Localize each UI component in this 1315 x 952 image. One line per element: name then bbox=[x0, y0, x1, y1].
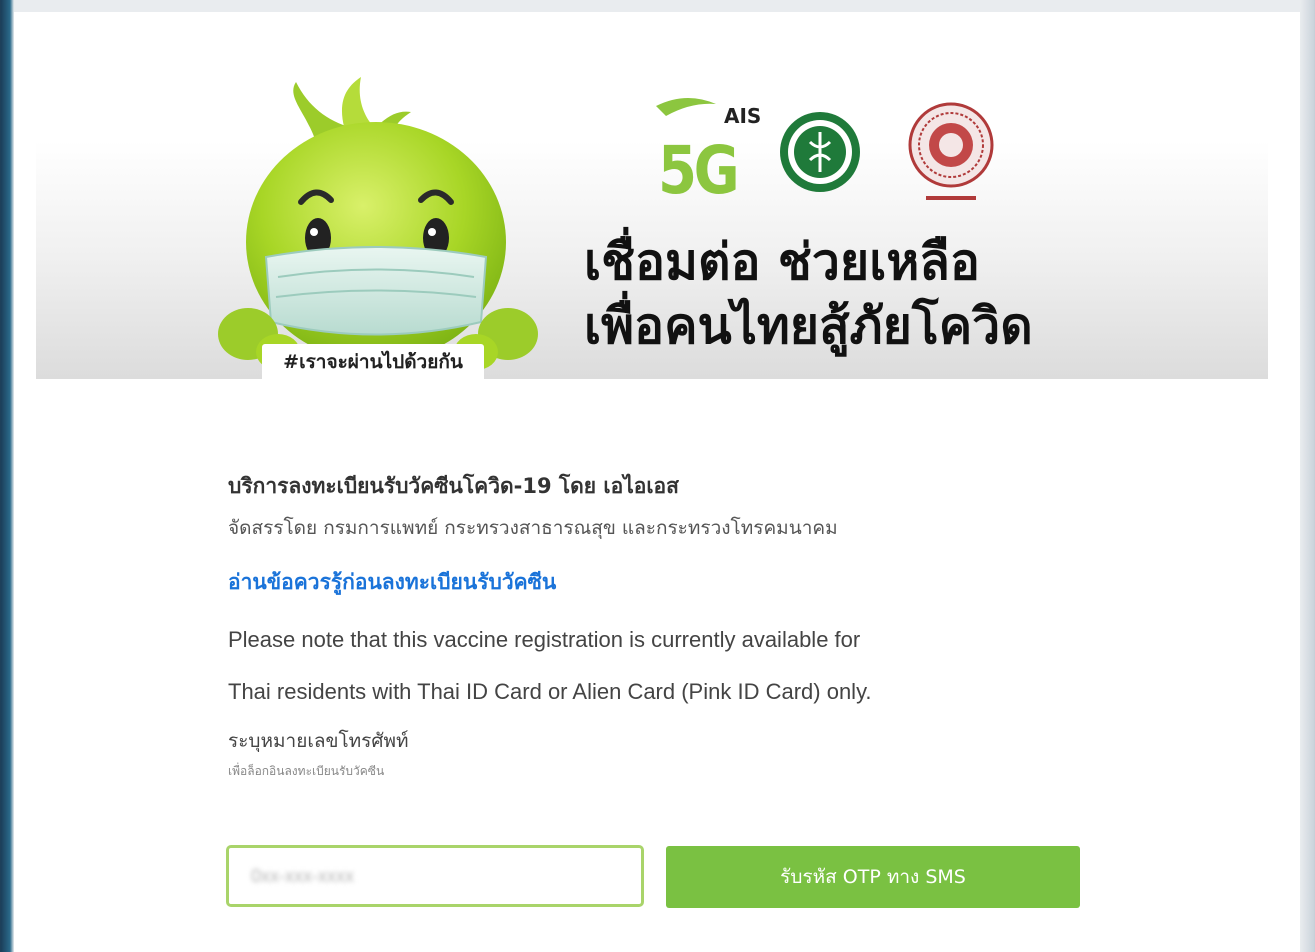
phone-number-input[interactable] bbox=[226, 845, 644, 907]
service-info: บริการลงทะเบียนรับวัคซีนโควิด-19 โดย เอไ… bbox=[228, 468, 1128, 780]
service-title: บริการลงทะเบียนรับวัคซีนโควิด-19 โดย เอไ… bbox=[228, 474, 679, 498]
campaign-headline: เชื่อมต่อ ช่วยเหลือ เพื่อคนไทยสู้ภัยโควิ… bbox=[584, 230, 1184, 358]
eligibility-notice: Please note that this vaccine registrati… bbox=[228, 614, 1128, 718]
phone-hint: เพื่อล็อกอินลงทะเบียนรับวัคซีน bbox=[228, 764, 385, 778]
registration-card: #เราจะผ่านไปด้วยกัน AIS 5G เชื่อมต่อ ช่ว… bbox=[14, 12, 1300, 952]
mascot-illustration bbox=[218, 77, 538, 370]
headline-line-2: เพื่อคนไทยสู้ภัยโควิด bbox=[584, 297, 1033, 355]
phone-label: ระบุหมายเลขโทรศัพท์ bbox=[228, 730, 409, 752]
brand-tech: 5G bbox=[658, 132, 740, 209]
ministry-seal-icon bbox=[780, 112, 860, 192]
hashtag-sign: #เราจะผ่านไปด้วยกัน bbox=[262, 344, 484, 379]
campaign-banner: #เราจะผ่านไปด้วยกัน AIS 5G เชื่อมต่อ ช่ว… bbox=[36, 12, 1268, 379]
government-seal-icon bbox=[908, 102, 994, 200]
notice-line-1: Please note that this vaccine registrati… bbox=[228, 627, 861, 652]
request-otp-button[interactable]: รับรหัส OTP ทาง SMS bbox=[666, 846, 1080, 908]
headline-line-1: เชื่อมต่อ ช่วยเหลือ bbox=[584, 233, 980, 291]
organizer-text: จัดสรรโดย กรมการแพทย์ กระทรวงสาธารณสุข แ… bbox=[228, 517, 838, 539]
notice-line-2: Thai residents with Thai ID Card or Alie… bbox=[228, 679, 872, 704]
brand-name: AIS bbox=[724, 104, 762, 128]
phone-form-row: รับรหัส OTP ทาง SMS bbox=[226, 845, 1082, 911]
read-before-register-link[interactable]: อ่านข้อควรรู้ก่อนลงทะเบียนรับวัคซีน bbox=[228, 564, 1128, 600]
